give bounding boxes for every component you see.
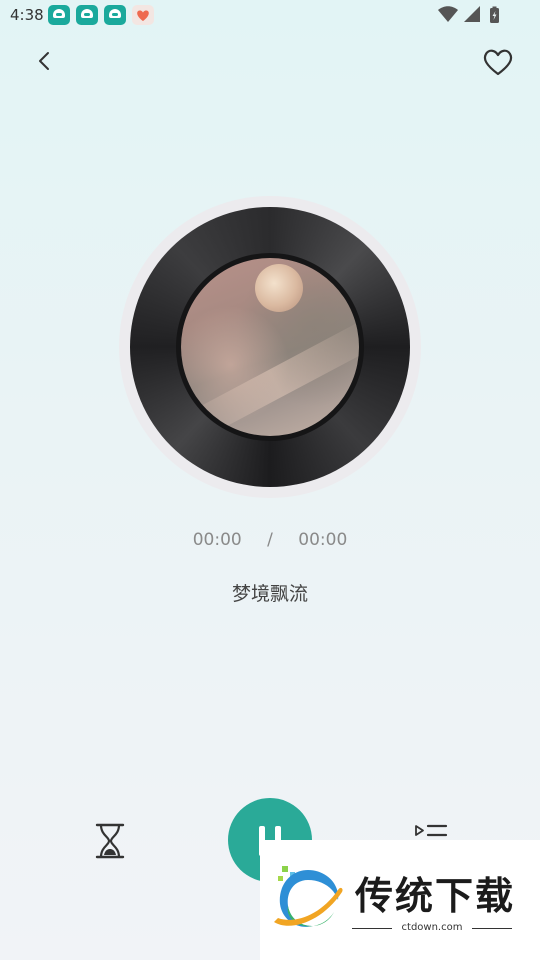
heart-app-icon (132, 5, 154, 25)
heart-outline-icon (483, 49, 513, 76)
app-notification-icon (48, 5, 70, 25)
total-time: 00:00 (298, 530, 348, 550)
back-button[interactable] (30, 46, 60, 76)
playback-time: 00:00 / 00:00 (0, 530, 540, 550)
cover-moon (255, 264, 303, 312)
track-title: 梦境飘流 (231, 583, 308, 605)
favorite-button[interactable] (480, 46, 516, 78)
time-separator: / (267, 530, 273, 550)
status-indicators (436, 6, 506, 30)
signal-icon (464, 6, 480, 22)
watermark: 传统下载 ctdown.com (260, 840, 540, 960)
hourglass-icon (95, 823, 125, 859)
app-notification-icon (76, 5, 98, 25)
album-cover (181, 258, 359, 436)
battery-charging-icon (490, 6, 499, 23)
watermark-logo (274, 866, 343, 927)
watermark-url: ctdown.com (352, 922, 512, 933)
status-time: 4:38 (10, 6, 44, 24)
current-time: 00:00 (192, 530, 242, 550)
chevron-left-icon (39, 52, 49, 70)
app-notification-icon (104, 5, 126, 25)
wifi-icon (438, 6, 458, 22)
status-bar: 4:38 (0, 0, 540, 32)
watermark-brand: 传统下载 (355, 874, 516, 918)
sleep-timer-button[interactable] (92, 822, 128, 860)
